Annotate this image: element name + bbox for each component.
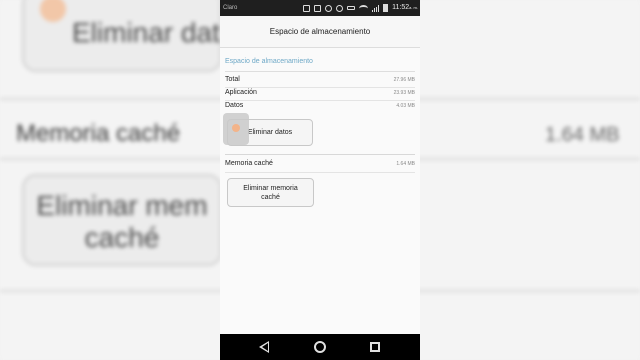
storage-row-value: 27.96 MB <box>393 77 415 83</box>
battery-icon <box>383 4 389 12</box>
cache-value: 1.64 MB <box>396 161 415 167</box>
storage-row-label: Aplicación <box>225 89 257 96</box>
key-icon <box>347 6 356 10</box>
storage-row-data: Datos 4.03 MB <box>225 102 415 114</box>
touch-indicator-icon <box>232 124 240 132</box>
status-icons: 11:52a. m. <box>303 0 418 16</box>
image-icon <box>314 4 322 12</box>
back-icon[interactable] <box>259 341 269 353</box>
bg-clear-cache-line1: Eliminar mem <box>36 190 208 221</box>
navigation-bar <box>220 334 420 360</box>
home-icon[interactable] <box>314 341 326 353</box>
bg-cache-label: Memoria caché <box>16 120 181 147</box>
bg-clear-data-label: Eliminar dat <box>72 17 220 48</box>
signal-icon <box>372 4 380 12</box>
storage-row-label: Datos <box>225 102 244 109</box>
clear-cache-button[interactable]: Eliminar memoria caché <box>227 178 314 207</box>
cast-icon <box>303 4 311 12</box>
row-divider <box>225 87 415 88</box>
carrier-label: Claro <box>223 5 238 11</box>
recent-apps-icon[interactable] <box>370 342 380 352</box>
storage-row-value: 4.03 MB <box>396 103 415 109</box>
section-divider <box>225 71 415 72</box>
clear-cache-label-line1: Eliminar memoria <box>243 184 298 192</box>
phone-screen: Claro 11:52a. m. Espacio de almacenamien… <box>220 0 420 360</box>
page-title: Espacio de almacenamiento <box>220 16 420 48</box>
storage-row-value: 23.93 MB <box>393 90 415 96</box>
alarm-icon <box>336 4 344 12</box>
storage-row-label: Total <box>225 76 240 83</box>
bg-clear-cache-button: Eliminar mem caché <box>22 174 222 266</box>
headset-icon <box>325 4 333 12</box>
row-divider <box>225 172 415 173</box>
status-bar: Claro 11:52a. m. <box>220 0 420 16</box>
section-title-storage: Espacio de almacenamiento <box>225 58 313 65</box>
clear-cache-label-line2: caché <box>261 193 280 201</box>
clock-time: 11:52 <box>392 4 410 11</box>
cache-label: Memoria caché <box>225 160 273 167</box>
clock-ampm: a. m. <box>409 5 418 10</box>
section-divider-cache <box>225 154 415 155</box>
row-divider <box>225 100 415 101</box>
clock: 11:52a. m. <box>392 0 418 16</box>
bg-cache-value: 1.64 MB <box>545 124 620 146</box>
bg-clear-cache-line2: caché <box>84 222 160 253</box>
cache-row: Memoria caché 1.64 MB <box>225 160 415 172</box>
wifi-icon <box>359 4 369 12</box>
